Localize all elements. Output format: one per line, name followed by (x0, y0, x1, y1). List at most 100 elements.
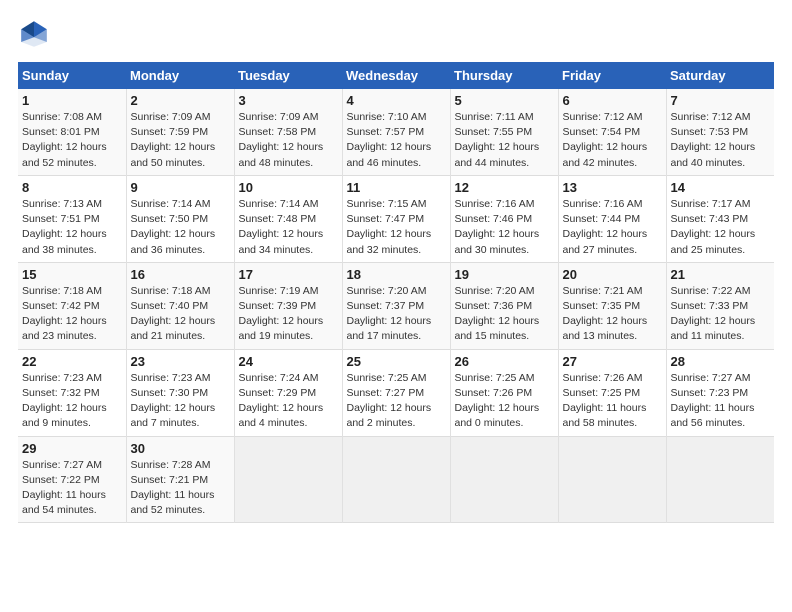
weekday-header-sunday: Sunday (18, 62, 126, 89)
calendar-table: SundayMondayTuesdayWednesdayThursdayFrid… (18, 62, 774, 523)
calendar-cell: 14Sunrise: 7:17 AMSunset: 7:43 PMDayligh… (666, 175, 774, 262)
calendar-cell: 1 Sunrise: 7:08 AMSunset: 8:01 PMDaylight… (18, 89, 126, 175)
day-info: Sunrise: 7:21 AMSunset: 7:35 PMDaylight:… (563, 285, 648, 343)
calendar-cell: 7 Sunrise: 7:12 AMSunset: 7:53 PMDaylight… (666, 89, 774, 175)
day-number: 11 (347, 180, 446, 195)
calendar-cell: 4Sunrise: 7:10 AMSunset: 7:57 PMDaylight… (342, 89, 450, 175)
calendar-cell: 12 Sunrise: 7:16 AMSunset: 7:46 PMDayligh… (450, 175, 558, 262)
day-info: Sunrise: 7:08 AMSunset: 8:01 PMDaylight:… (22, 111, 107, 169)
calendar-cell: 16 Sunrise: 7:18 AMSunset: 7:40 PMDayligh… (126, 262, 234, 349)
calendar-cell: 6 Sunrise: 7:12 AMSunset: 7:54 PMDaylight… (558, 89, 666, 175)
day-info: Sunrise: 7:11 AMSunset: 7:55 PMDaylight:… (455, 111, 540, 169)
calendar-cell: 22 Sunrise: 7:23 AMSunset: 7:32 PMDayligh… (18, 349, 126, 436)
day-info: Sunrise: 7:23 AMSunset: 7:32 PMDaylight:… (22, 372, 107, 430)
day-number: 24 (239, 354, 338, 369)
calendar-cell: 8 Sunrise: 7:13 AMSunset: 7:51 PMDaylight… (18, 175, 126, 262)
calendar-cell: 5 Sunrise: 7:11 AMSunset: 7:55 PMDaylight… (450, 89, 558, 175)
day-info: Sunrise: 7:12 AMSunset: 7:54 PMDaylight:… (563, 111, 648, 169)
logo (18, 18, 56, 50)
day-number: 7 (671, 93, 771, 108)
day-number: 20 (563, 267, 662, 282)
day-info: Sunrise: 7:23 AMSunset: 7:30 PMDaylight:… (131, 372, 216, 430)
day-number: 6 (563, 93, 662, 108)
weekday-header-monday: Monday (126, 62, 234, 89)
calendar-cell (342, 436, 450, 523)
day-info: Sunrise: 7:25 AMSunset: 7:27 PMDaylight:… (347, 372, 432, 430)
calendar-cell: 3 Sunrise: 7:09 AMSunset: 7:58 PMDaylight… (234, 89, 342, 175)
calendar-cell: 13 Sunrise: 7:16 AMSunset: 7:44 PMDayligh… (558, 175, 666, 262)
day-info: Sunrise: 7:22 AMSunset: 7:33 PMDaylight:… (671, 285, 756, 343)
day-number: 26 (455, 354, 554, 369)
day-info: Sunrise: 7:20 AMSunset: 7:36 PMDaylight:… (455, 285, 540, 343)
weekday-header-row: SundayMondayTuesdayWednesdayThursdayFrid… (18, 62, 774, 89)
day-number: 8 (22, 180, 122, 195)
day-number: 27 (563, 354, 662, 369)
day-number: 29 (22, 441, 122, 456)
day-info: Sunrise: 7:26 AMSunset: 7:25 PMDaylight:… (563, 372, 647, 430)
calendar-cell (558, 436, 666, 523)
day-info: Sunrise: 7:19 AMSunset: 7:39 PMDaylight:… (239, 285, 324, 343)
calendar-cell: 27 Sunrise: 7:26 AMSunset: 7:25 PMDayligh… (558, 349, 666, 436)
day-info: Sunrise: 7:16 AMSunset: 7:46 PMDaylight:… (455, 198, 540, 256)
day-number: 23 (131, 354, 230, 369)
calendar-cell: 18Sunrise: 7:20 AMSunset: 7:37 PMDayligh… (342, 262, 450, 349)
calendar-week-row: 8 Sunrise: 7:13 AMSunset: 7:51 PMDaylight… (18, 175, 774, 262)
day-info: Sunrise: 7:09 AMSunset: 7:58 PMDaylight:… (239, 111, 324, 169)
calendar-cell: 11 Sunrise: 7:15 AMSunset: 7:47 PMDayligh… (342, 175, 450, 262)
day-number: 3 (239, 93, 338, 108)
day-info: Sunrise: 7:18 AMSunset: 7:42 PMDaylight:… (22, 285, 107, 343)
day-info: Sunrise: 7:09 AMSunset: 7:59 PMDaylight:… (131, 111, 216, 169)
weekday-header-wednesday: Wednesday (342, 62, 450, 89)
calendar-cell: 30Sunrise: 7:28 AMSunset: 7:21 PMDayligh… (126, 436, 234, 523)
calendar-week-row: 1 Sunrise: 7:08 AMSunset: 8:01 PMDaylight… (18, 89, 774, 175)
day-info: Sunrise: 7:13 AMSunset: 7:51 PMDaylight:… (22, 198, 107, 256)
calendar-cell: 26 Sunrise: 7:25 AMSunset: 7:26 PMDayligh… (450, 349, 558, 436)
day-number: 19 (455, 267, 554, 282)
calendar-cell: 15 Sunrise: 7:18 AMSunset: 7:42 PMDayligh… (18, 262, 126, 349)
day-number: 12 (455, 180, 554, 195)
day-number: 21 (671, 267, 771, 282)
calendar-cell: 17 Sunrise: 7:19 AMSunset: 7:39 PMDayligh… (234, 262, 342, 349)
calendar-cell: 23 Sunrise: 7:23 AMSunset: 7:30 PMDayligh… (126, 349, 234, 436)
day-number: 16 (131, 267, 230, 282)
logo-icon (18, 18, 50, 50)
day-info: Sunrise: 7:27 AMSunset: 7:23 PMDaylight:… (671, 372, 755, 430)
day-info: Sunrise: 7:17 AMSunset: 7:43 PMDaylight:… (671, 198, 756, 256)
weekday-header-friday: Friday (558, 62, 666, 89)
calendar-cell: 19 Sunrise: 7:20 AMSunset: 7:36 PMDayligh… (450, 262, 558, 349)
day-number: 28 (671, 354, 771, 369)
day-number: 9 (131, 180, 230, 195)
day-number: 17 (239, 267, 338, 282)
weekday-header-tuesday: Tuesday (234, 62, 342, 89)
day-info: Sunrise: 7:14 AMSunset: 7:50 PMDaylight:… (131, 198, 216, 256)
calendar-cell: 29Sunrise: 7:27 AMSunset: 7:22 PMDayligh… (18, 436, 126, 523)
day-info: Sunrise: 7:12 AMSunset: 7:53 PMDaylight:… (671, 111, 756, 169)
calendar-cell: 9 Sunrise: 7:14 AMSunset: 7:50 PMDaylight… (126, 175, 234, 262)
day-number: 22 (22, 354, 122, 369)
day-number: 5 (455, 93, 554, 108)
day-info: Sunrise: 7:24 AMSunset: 7:29 PMDaylight:… (239, 372, 324, 430)
calendar-cell (234, 436, 342, 523)
day-info: Sunrise: 7:14 AMSunset: 7:48 PMDaylight:… (239, 198, 324, 256)
day-info: Sunrise: 7:25 AMSunset: 7:26 PMDaylight:… (455, 372, 540, 430)
day-number: 2 (131, 93, 230, 108)
calendar-cell: 24 Sunrise: 7:24 AMSunset: 7:29 PMDayligh… (234, 349, 342, 436)
calendar-cell: 21 Sunrise: 7:22 AMSunset: 7:33 PMDayligh… (666, 262, 774, 349)
calendar-week-row: 29Sunrise: 7:27 AMSunset: 7:22 PMDayligh… (18, 436, 774, 523)
day-number: 15 (22, 267, 122, 282)
day-number: 13 (563, 180, 662, 195)
day-info: Sunrise: 7:15 AMSunset: 7:47 PMDaylight:… (347, 198, 432, 256)
calendar-week-row: 15 Sunrise: 7:18 AMSunset: 7:42 PMDayligh… (18, 262, 774, 349)
weekday-header-thursday: Thursday (450, 62, 558, 89)
day-info: Sunrise: 7:28 AMSunset: 7:21 PMDaylight:… (131, 459, 215, 517)
calendar-cell: 2 Sunrise: 7:09 AMSunset: 7:59 PMDaylight… (126, 89, 234, 175)
header-area (18, 18, 774, 50)
day-number: 1 (22, 93, 122, 108)
day-info: Sunrise: 7:18 AMSunset: 7:40 PMDaylight:… (131, 285, 216, 343)
calendar-cell: 25Sunrise: 7:25 AMSunset: 7:27 PMDayligh… (342, 349, 450, 436)
day-number: 4 (347, 93, 446, 108)
day-info: Sunrise: 7:16 AMSunset: 7:44 PMDaylight:… (563, 198, 648, 256)
day-number: 10 (239, 180, 338, 195)
weekday-header-saturday: Saturday (666, 62, 774, 89)
calendar-page: SundayMondayTuesdayWednesdayThursdayFrid… (0, 0, 792, 612)
